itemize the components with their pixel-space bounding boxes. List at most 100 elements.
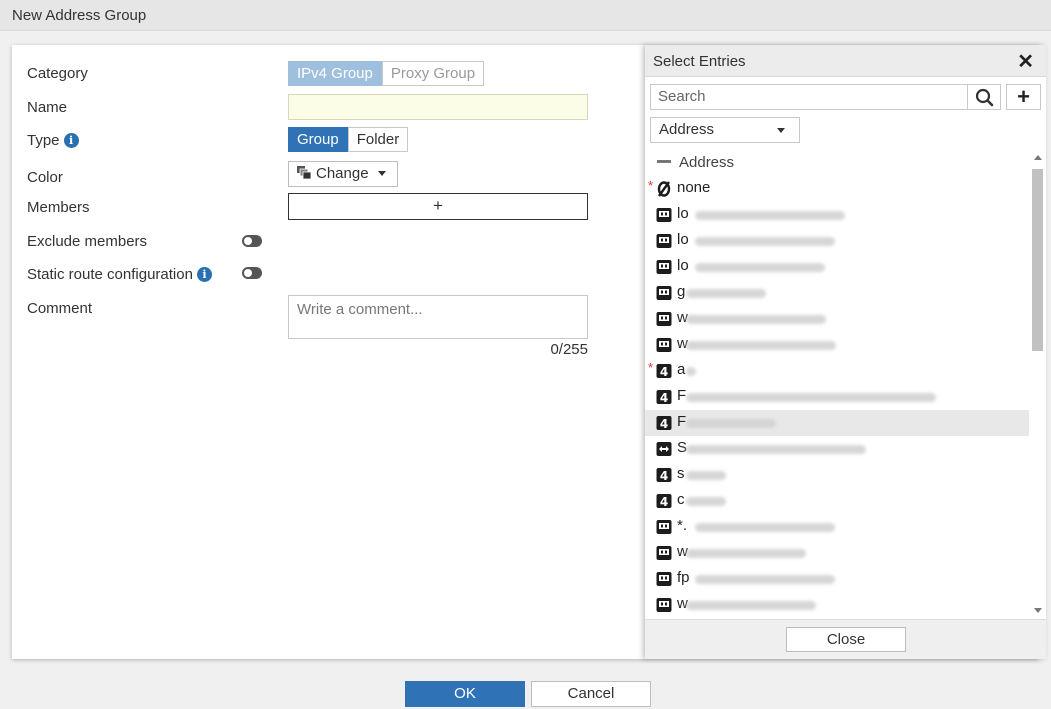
redacted-text xyxy=(695,263,825,272)
plus-icon: + xyxy=(1017,84,1030,109)
type-label-text: Type xyxy=(27,132,60,149)
entries-list: Address * none lo lo lo g w w * 4 a 4 F 4 F S 4 s 4 c *. w fp w xyxy=(645,150,1029,620)
entry-label: lo xyxy=(677,231,689,248)
redacted-text xyxy=(686,445,866,454)
list-item[interactable]: S xyxy=(645,436,1029,462)
redacted-text xyxy=(695,237,835,246)
search-button[interactable] xyxy=(967,84,1001,110)
entry-label: a xyxy=(677,361,686,378)
entry-type-dropdown[interactable]: Address xyxy=(650,117,800,143)
dialog-title: New Address Group xyxy=(12,7,147,24)
list-item[interactable]: w xyxy=(645,306,1029,332)
category-option-ipv4-group[interactable]: IPv4 Group xyxy=(288,61,382,86)
scrollbar-thumb[interactable] xyxy=(1032,169,1043,351)
palette-icon xyxy=(297,164,312,180)
members-add-field[interactable]: + xyxy=(288,193,588,220)
select-entries-footer: Close xyxy=(645,619,1046,659)
select-entries-header: Select Entries ✕ xyxy=(645,45,1046,77)
fqdn-address-icon xyxy=(656,545,672,561)
fqdn-address-icon xyxy=(656,597,672,613)
list-item[interactable]: lo xyxy=(645,228,1029,254)
svg-text:4: 4 xyxy=(660,495,668,509)
redacted-text xyxy=(686,289,766,298)
list-item[interactable]: lo xyxy=(645,202,1029,228)
list-item[interactable]: 4c xyxy=(645,488,1029,514)
entry-label: lo xyxy=(677,205,689,222)
category-option-proxy-group[interactable]: Proxy Group xyxy=(381,61,485,86)
any-address-icon xyxy=(656,181,672,197)
list-item[interactable]: g xyxy=(645,280,1029,306)
comment-counter: 0/255 xyxy=(550,341,588,358)
color-change-button[interactable]: Change xyxy=(288,161,398,187)
fqdn-address-icon xyxy=(656,571,672,587)
close-button[interactable]: Close xyxy=(786,627,906,652)
fqdn-address-icon xyxy=(656,337,672,353)
svg-text:4: 4 xyxy=(660,365,668,379)
dialog-titlebar: New Address Group xyxy=(0,0,1051,31)
type-segmented: Group Folder xyxy=(288,127,409,152)
list-item[interactable]: * 4 a xyxy=(645,358,1029,384)
list-item[interactable]: fp xyxy=(645,566,1029,592)
type-option-folder[interactable]: Folder xyxy=(347,127,409,152)
list-item[interactable]: * none xyxy=(645,176,1029,202)
group-header[interactable]: Address xyxy=(657,154,734,171)
static-route-toggle[interactable] xyxy=(242,267,262,279)
list-item[interactable]: w xyxy=(645,540,1029,566)
entry-type-selected: Address xyxy=(659,121,715,138)
entry-label: g xyxy=(677,283,686,300)
list-item[interactable]: *. xyxy=(645,514,1029,540)
entry-label: F xyxy=(677,413,687,430)
scroll-up-icon[interactable] xyxy=(1034,155,1042,160)
list-item[interactable]: 4F xyxy=(645,410,1029,436)
static-route-label-text: Static route configuration xyxy=(27,266,193,283)
close-icon[interactable]: ✕ xyxy=(1017,49,1034,74)
fqdn-address-icon xyxy=(656,285,672,301)
category-label: Category xyxy=(27,65,88,82)
ipv4-address-icon: 4 xyxy=(656,389,672,405)
entry-label: c xyxy=(677,491,685,508)
exclude-members-toggle[interactable] xyxy=(242,235,262,247)
collapse-icon xyxy=(657,160,671,163)
fqdn-address-icon xyxy=(656,233,672,249)
cancel-button[interactable]: Cancel xyxy=(531,681,651,707)
members-label: Members xyxy=(27,199,90,216)
type-option-group[interactable]: Group xyxy=(288,127,348,152)
list-item[interactable]: lo xyxy=(645,254,1029,280)
fqdn-address-icon xyxy=(656,259,672,275)
static-route-label: Static route configuration i xyxy=(27,266,212,283)
entry-label: fp xyxy=(677,569,690,586)
name-input[interactable] xyxy=(288,94,588,120)
fqdn-address-icon xyxy=(656,519,672,535)
ipv4-address-icon: 4 xyxy=(656,467,672,483)
svg-text:4: 4 xyxy=(660,469,668,483)
redacted-text xyxy=(686,601,816,610)
comment-textarea[interactable]: Write a comment... xyxy=(288,295,588,339)
redacted-text xyxy=(686,497,726,506)
redacted-text xyxy=(686,367,696,376)
ok-button[interactable]: OK xyxy=(405,681,525,707)
list-item[interactable]: w xyxy=(645,332,1029,358)
type-info-icon[interactable]: i xyxy=(63,133,79,148)
ipv4-address-icon: 4 xyxy=(656,363,672,379)
search-input[interactable]: Search xyxy=(650,84,968,110)
color-change-label: Change xyxy=(316,165,369,182)
redacted-text xyxy=(686,471,726,480)
scroll-down-icon[interactable] xyxy=(1034,608,1042,613)
range-address-icon xyxy=(656,441,672,457)
select-entries-title: Select Entries xyxy=(653,53,746,70)
search-icon xyxy=(975,88,994,107)
group-header-label: Address xyxy=(679,154,735,171)
type-label: Type i xyxy=(27,132,79,149)
fqdn-address-icon xyxy=(656,311,672,327)
create-new-button[interactable]: + xyxy=(1006,84,1041,110)
category-segmented: IPv4 Group Proxy Group xyxy=(288,61,485,86)
list-item[interactable]: 4s xyxy=(645,462,1029,488)
list-item[interactable]: w xyxy=(645,592,1029,618)
chevron-down-icon xyxy=(377,171,386,176)
redacted-text xyxy=(695,211,845,220)
ipv4-address-icon: 4 xyxy=(656,415,672,431)
required-star: * xyxy=(648,178,654,193)
list-item[interactable]: 4F xyxy=(645,384,1029,410)
static-route-info-icon[interactable]: i xyxy=(196,267,212,282)
name-label: Name xyxy=(27,99,68,116)
